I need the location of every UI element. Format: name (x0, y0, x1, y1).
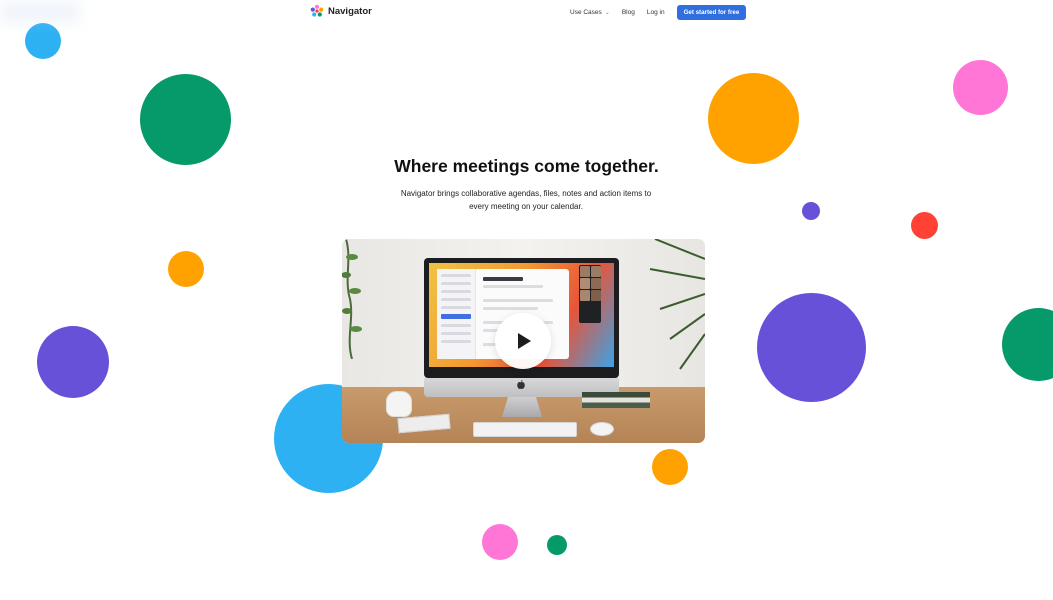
nav-link-blog[interactable]: Blog (622, 9, 635, 16)
nav-link-log-in[interactable]: Log in (647, 9, 665, 16)
hero-title: Where meetings come together. (394, 156, 659, 176)
plant-left-image (342, 239, 362, 359)
decor-circle-purple (37, 326, 109, 398)
nav-link-label: Blog (621, 9, 635, 16)
navigator-logo-icon (310, 4, 324, 17)
decor-circle-purple (802, 202, 820, 220)
decor-circle-pink (482, 524, 518, 560)
play-icon (518, 333, 531, 349)
mouse-image (590, 422, 614, 436)
chevron-down-icon: ⌄ (604, 10, 610, 16)
apple-logo-icon (517, 380, 525, 389)
decor-circle-orange (168, 251, 204, 287)
decor-circle-green (140, 74, 231, 165)
brand-logo-link[interactable]: Navigator (310, 4, 372, 18)
decor-circle-green (1002, 308, 1053, 381)
decor-circle-purple (757, 293, 866, 402)
decor-circle-blue (25, 23, 61, 59)
video-call-preview (579, 265, 601, 323)
decor-circle-red (911, 212, 938, 239)
decor-circle-orange (708, 73, 799, 164)
nav-links: Use Cases ⌄ Blog Log in Get started for … (570, 5, 747, 20)
nav-link-label: Use Cases (570, 9, 602, 16)
decor-circle-pink (953, 60, 1008, 115)
decor-circle-green (547, 535, 567, 555)
get-started-button[interactable]: Get started for free (676, 5, 747, 20)
top-nav: Navigator Use Cases ⌄ Blog Log in Get st… (0, 0, 1053, 24)
nav-link-label: Log in (646, 9, 665, 16)
product-video-thumbnail[interactable] (342, 239, 705, 443)
app-sidebar-preview (437, 269, 476, 359)
nav-link-use-cases[interactable]: Use Cases ⌄ (570, 9, 610, 16)
play-button[interactable] (495, 313, 551, 369)
plant-pot-image (386, 391, 412, 417)
books-image (582, 392, 650, 408)
hero-subtitle-line: every meeting on your calendar. (469, 202, 583, 211)
imac-stand (502, 397, 542, 417)
hero-subtitle-line: Navigator brings collaborative agendas, … (400, 189, 652, 198)
decor-circle-orange (652, 449, 688, 485)
plant-right-image (649, 239, 705, 370)
hero-subtitle: Navigator brings collaborative agendas, … (376, 187, 676, 213)
keyboard-image (473, 422, 577, 437)
brand-name: Navigator (328, 5, 372, 17)
